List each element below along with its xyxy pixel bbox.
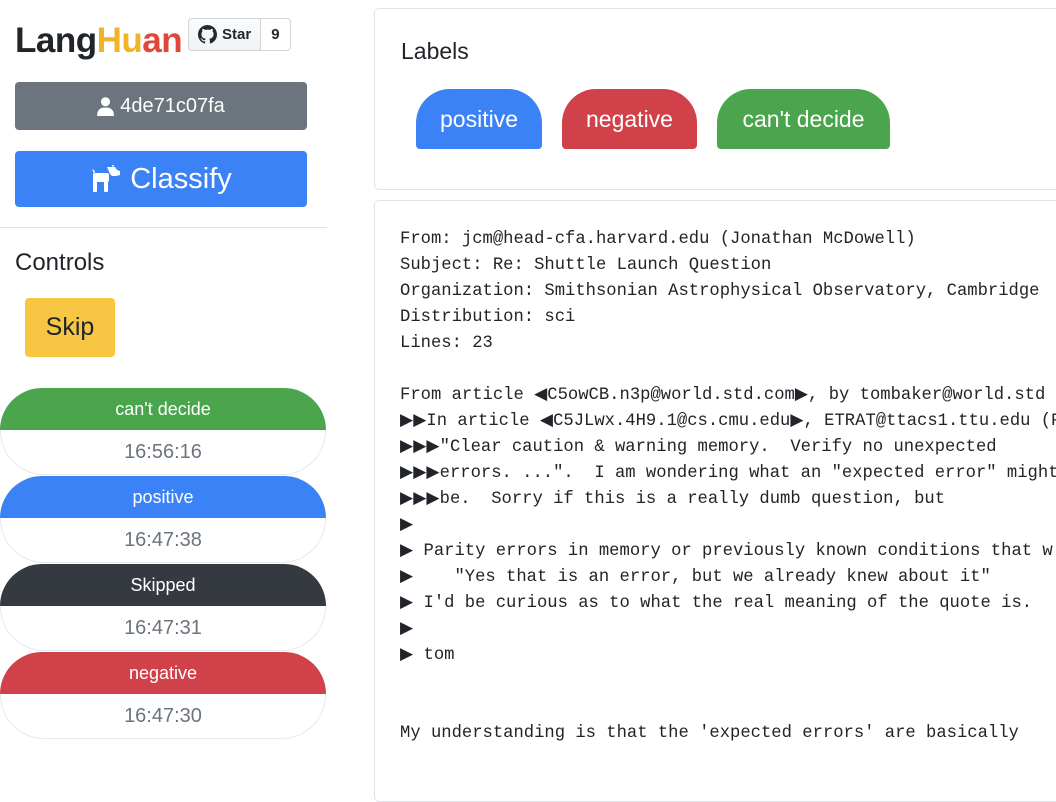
brand-logo: LangHuan bbox=[15, 20, 183, 62]
skip-button[interactable]: Skip bbox=[25, 298, 115, 357]
history-item-time: 16:47:30 bbox=[0, 694, 326, 739]
text-line: ▶▶▶errors. ...". I am wondering what an … bbox=[400, 464, 1056, 483]
label-button-cant-decide[interactable]: can't decide bbox=[717, 89, 890, 149]
history-item-time: 16:56:16 bbox=[0, 430, 326, 475]
text-line: ▶ I'd be curious as to what the real mea… bbox=[400, 594, 1033, 613]
github-star-count[interactable]: 9 bbox=[261, 18, 291, 51]
text-line: ▶ bbox=[400, 516, 414, 535]
github-star-widget: Star 9 bbox=[188, 18, 291, 51]
history-item-label: negative bbox=[0, 652, 326, 694]
text-line: Organization: Smithsonian Astrophysical … bbox=[400, 282, 1040, 301]
text-line: ▶ tom bbox=[400, 646, 455, 665]
user-id: 4de71c07fa bbox=[120, 94, 225, 117]
dog-icon bbox=[92, 165, 121, 192]
brand-part-2: Hu bbox=[96, 21, 143, 60]
text-line: Subject: Re: Shuttle Launch Question bbox=[400, 256, 772, 275]
controls-heading: Controls bbox=[15, 249, 105, 276]
text-line: My understanding is that the 'expected e… bbox=[400, 724, 1019, 743]
history-item-time: 16:47:31 bbox=[0, 606, 326, 651]
history-item[interactable]: positive 16:47:38 bbox=[0, 476, 326, 564]
history-item-label: can't decide bbox=[0, 388, 326, 430]
history-item-label: Skipped bbox=[0, 564, 326, 606]
github-star-label: Star bbox=[222, 26, 252, 43]
text-line: ▶ "Yes that is an error, but we already … bbox=[400, 568, 991, 587]
brand-part-1: Lang bbox=[15, 21, 97, 60]
brand-part-3: an bbox=[142, 21, 183, 60]
github-icon bbox=[198, 25, 217, 44]
text-line: ▶ bbox=[400, 620, 414, 639]
user-icon bbox=[97, 96, 115, 116]
labels-heading: Labels bbox=[401, 38, 469, 64]
sidebar-divider bbox=[0, 227, 327, 228]
text-line: Distribution: sci bbox=[400, 308, 576, 327]
document-text: From: jcm@head-cfa.harvard.edu (Jonathan… bbox=[400, 227, 1056, 747]
text-line: From article ◀C5owCB.n3p@world.std.com▶,… bbox=[400, 386, 1046, 405]
history-list: can't decide 16:56:16 positive 16:47:38 Skip… bbox=[0, 388, 327, 740]
text-line: From: jcm@head-cfa.harvard.edu (Jonathan… bbox=[400, 230, 916, 249]
text-line: ▶▶In article ◀C5JLwx.4H9.1@cs.cmu.edu▶, … bbox=[400, 412, 1056, 431]
user-button[interactable]: 4de71c07fa bbox=[15, 82, 307, 130]
labels-card: Labels positive negative can't decide bbox=[374, 8, 1056, 190]
classify-button[interactable]: Classify bbox=[15, 151, 307, 207]
history-item[interactable]: Skipped 16:47:31 bbox=[0, 564, 326, 652]
text-line: ▶ Parity errors in memory or previously … bbox=[400, 542, 1053, 561]
text-line: ▶▶▶be. Sorry if this is a really dumb qu… bbox=[400, 490, 946, 509]
text-line: ▶▶▶"Clear caution & warning memory. Veri… bbox=[400, 438, 997, 457]
history-item-time: 16:47:38 bbox=[0, 518, 326, 563]
history-item[interactable]: can't decide 16:56:16 bbox=[0, 388, 326, 476]
history-item-label: positive bbox=[0, 476, 326, 518]
text-card: From: jcm@head-cfa.harvard.edu (Jonathan… bbox=[374, 200, 1056, 802]
text-line: Lines: 23 bbox=[400, 334, 493, 353]
label-button-positive[interactable]: positive bbox=[416, 89, 542, 149]
history-item[interactable]: negative 16:47:30 bbox=[0, 652, 326, 740]
github-star-button[interactable]: Star bbox=[188, 18, 262, 51]
classify-label: Classify bbox=[130, 162, 232, 195]
label-button-negative[interactable]: negative bbox=[562, 89, 697, 149]
